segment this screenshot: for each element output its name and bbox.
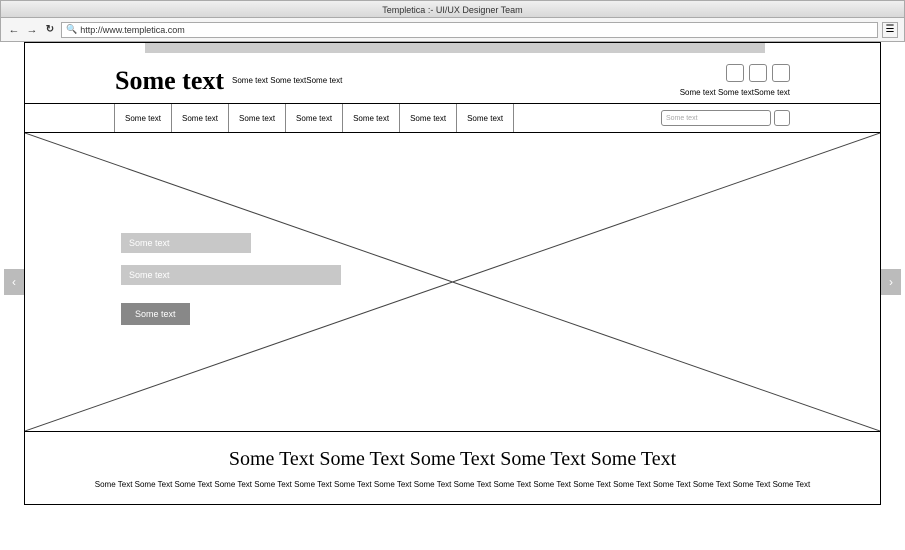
nav-item-1[interactable]: Some text [172,104,229,132]
page-container: Some text Some text Some textSome text S… [24,42,881,505]
site-logo: Some text [115,66,224,96]
reload-button[interactable]: ↻ [43,23,57,37]
page-viewport: Some text Some text Some textSome text S… [0,42,905,550]
hero-cta-button[interactable]: Some text [121,303,190,325]
main-nav: Some text Some text Some text Some text … [25,103,880,133]
hamburger-menu-button[interactable]: ☰ [882,22,898,38]
url-text: http://www.templetica.com [80,25,873,35]
nav-item-0[interactable]: Some text [115,104,172,132]
hero-section: ‹ Some text Some text Some text › [25,133,880,432]
search-input[interactable]: Some text [661,110,771,126]
top-accent-bar [145,43,765,53]
forward-button[interactable]: → [25,23,39,37]
browser-toolbar: ← → ↻ 🔍 http://www.templetica.com ☰ [0,18,905,42]
nav-item-5[interactable]: Some text [400,104,457,132]
social-link-3[interactable] [772,64,790,82]
nav-search: Some text [661,104,880,132]
nav-item-6[interactable]: Some text [457,104,514,132]
hero-image-placeholder: Some text Some text Some text [25,133,880,431]
header-right: Some text Some textSome text [680,64,790,97]
nav-item-2[interactable]: Some text [229,104,286,132]
search-icon: 🔍 [66,24,77,35]
site-tagline: Some text Some textSome text [232,76,342,85]
hero-heading-2: Some text [121,265,341,285]
social-link-2[interactable] [749,64,767,82]
chevron-right-icon: › [889,275,893,289]
back-button[interactable]: ← [7,23,21,37]
nav-item-3[interactable]: Some text [286,104,343,132]
hero-heading-1: Some text [121,233,251,253]
nav-item-4[interactable]: Some text [343,104,400,132]
nav-spacer [25,104,115,132]
intro-subtext: Some Text Some Text Some Text Some Text … [65,479,840,492]
chevron-left-icon: ‹ [12,275,16,289]
intro-heading: Some Text Some Text Some Text Some Text … [65,448,840,471]
carousel-next-button[interactable]: › [881,269,901,295]
window-title: Templetica :- UI/UX Designer Team [382,5,522,15]
social-links [680,64,790,82]
hero-content: Some text Some text Some text [121,233,341,325]
carousel-prev-button[interactable]: ‹ [4,269,24,295]
site-header: Some text Some text Some textSome text S… [25,56,880,103]
social-caption: Some text Some textSome text [680,88,790,97]
window-titlebar: Templetica :- UI/UX Designer Team [0,0,905,18]
search-button[interactable] [774,110,790,126]
social-link-1[interactable] [726,64,744,82]
url-bar[interactable]: 🔍 http://www.templetica.com [61,22,878,38]
intro-section: Some Text Some Text Some Text Some Text … [25,432,880,504]
